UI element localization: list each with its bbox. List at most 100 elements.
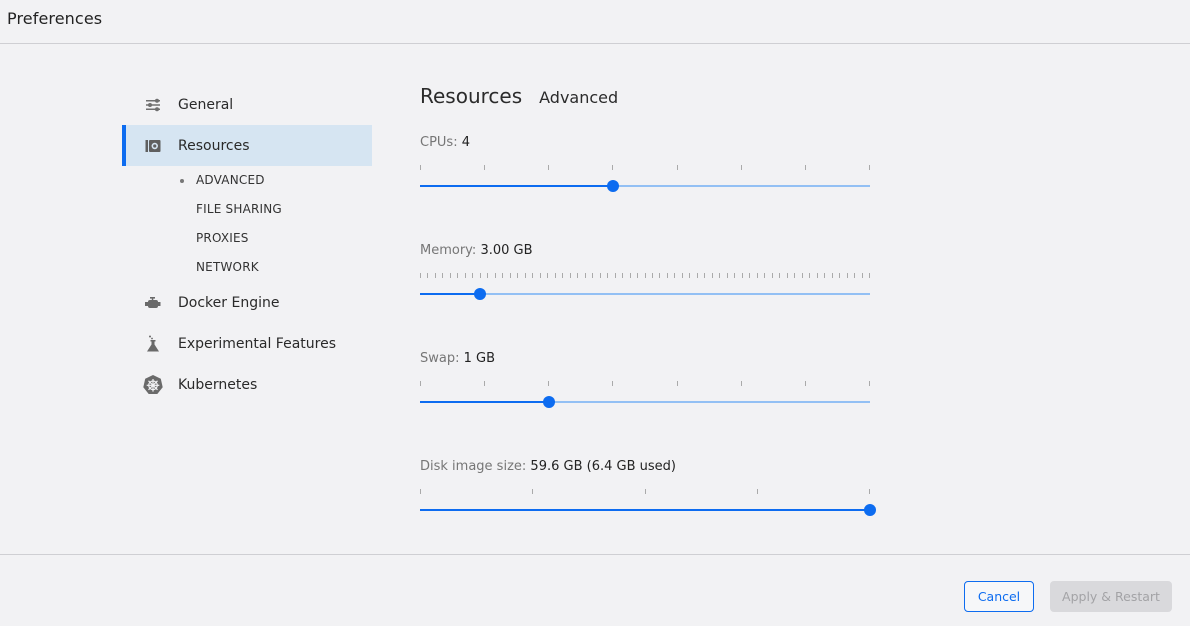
- cancel-button[interactable]: Cancel: [964, 581, 1034, 612]
- memory-slider[interactable]: [420, 273, 870, 303]
- slider-tick: [547, 273, 548, 278]
- engine-icon: [142, 292, 164, 314]
- slider-tick: [427, 273, 428, 278]
- swap-slider[interactable]: [420, 381, 870, 411]
- setting-key: CPUs:: [420, 135, 458, 150]
- slider-tick: [764, 273, 765, 278]
- slider-tick: [435, 273, 436, 278]
- sliders-icon: [142, 94, 164, 116]
- slider-tick: [869, 489, 870, 494]
- sidebar-item-label: Docker Engine: [178, 294, 280, 311]
- slider-thumb[interactable]: [474, 288, 486, 300]
- slider-thumb[interactable]: [542, 396, 555, 408]
- slider-thumb[interactable]: [864, 504, 876, 516]
- setting-key: Swap:: [420, 351, 460, 366]
- slider-tick: [659, 273, 660, 278]
- resources-subnav: ADVANCED FILE SHARING PROXIES NETWORK: [122, 166, 372, 282]
- slider-tick: [697, 273, 698, 278]
- setting-value: 3.00 GB: [480, 243, 533, 258]
- subnav-item-advanced[interactable]: ADVANCED: [122, 166, 372, 195]
- swap-setting: Swap: 1 GB: [420, 323, 872, 431]
- slider-fill: [420, 401, 549, 403]
- slider-tick: [772, 273, 773, 278]
- sidebar-item-docker-engine[interactable]: Docker Engine: [122, 282, 372, 323]
- slider-tick: [742, 273, 743, 278]
- tab-advanced[interactable]: Advanced: [539, 88, 618, 107]
- footer: Cancel Apply & Restart: [0, 554, 1190, 626]
- sidebar-item-label: Resources: [178, 137, 250, 154]
- setting-value: 59.6 GB (6.4 GB used): [530, 459, 676, 474]
- slider-tick: [677, 165, 678, 170]
- subnav-item-network[interactable]: NETWORK: [122, 253, 372, 282]
- setting-value: 1 GB: [463, 351, 496, 366]
- slider-thumb[interactable]: [606, 180, 619, 192]
- slider-tick: [495, 273, 496, 278]
- disk-image-setting: Disk image size: 59.6 GB (6.4 GB used): [420, 431, 876, 539]
- slider-tick: [674, 273, 675, 278]
- slider-tick: [420, 381, 421, 386]
- slider-tick: [809, 273, 810, 278]
- slider-tick: [645, 273, 646, 278]
- cpus-slider[interactable]: [420, 165, 870, 195]
- apply-restart-button[interactable]: Apply & Restart: [1050, 581, 1172, 612]
- slider-tick: [712, 273, 713, 278]
- active-dot-icon: [180, 179, 184, 183]
- slider-tick: [484, 165, 485, 170]
- slider-tick: [734, 273, 735, 278]
- slider-tick: [465, 273, 466, 278]
- slider-tick: [741, 165, 742, 170]
- setting-value: 4: [461, 135, 471, 150]
- slider-fill: [420, 185, 613, 187]
- memory-setting: Memory: 3.00 GB: [420, 215, 872, 323]
- slider-tick: [817, 273, 818, 278]
- slider-tick: [585, 273, 586, 278]
- slider-fill: [420, 293, 480, 295]
- slider-tick: [779, 273, 780, 278]
- title-bar: Preferences: [0, 0, 1190, 44]
- slider-tick: [677, 381, 678, 386]
- hard-drive-icon: [142, 135, 164, 157]
- slider-tick: [704, 273, 705, 278]
- disk-image-slider[interactable]: [420, 489, 876, 519]
- slider-tick: [749, 273, 750, 278]
- flask-icon: [142, 333, 164, 355]
- slider-tick: [824, 273, 825, 278]
- slider-tick: [741, 381, 742, 386]
- slider-tick: [854, 273, 855, 278]
- slider-tick: [525, 273, 526, 278]
- slider-tick: [502, 273, 503, 278]
- slider-tick: [612, 165, 613, 170]
- slider-ticks: [420, 273, 870, 279]
- sidebar-item-label: General: [178, 96, 234, 113]
- window-title: Preferences: [7, 9, 103, 28]
- slider-tick: [532, 489, 533, 494]
- slider-tick: [562, 273, 563, 278]
- slider-tick: [548, 381, 549, 386]
- slider-ticks: [420, 381, 870, 387]
- slider-tick: [757, 273, 758, 278]
- slider-tick: [420, 165, 421, 170]
- memory-label: Memory: 3.00 GB: [420, 243, 533, 258]
- slider-tick: [805, 165, 806, 170]
- slider-tick: [510, 273, 511, 278]
- sidebar-item-experimental-features[interactable]: Experimental Features: [122, 323, 372, 364]
- page-title: Resources: [420, 84, 523, 108]
- sidebar-item-label: Experimental Features: [178, 335, 337, 352]
- slider-tick: [847, 273, 848, 278]
- subnav-item-file-sharing[interactable]: FILE SHARING: [122, 195, 372, 224]
- sidebar: General Resources ADVANCED FILE SHARING …: [122, 84, 372, 405]
- slider-tick: [487, 273, 488, 278]
- slider-tick: [472, 273, 473, 278]
- slider-tick: [719, 273, 720, 278]
- slider-tick: [592, 273, 593, 278]
- subnav-item-proxies[interactable]: PROXIES: [122, 224, 372, 253]
- slider-track[interactable]: [420, 293, 870, 295]
- sidebar-item-general[interactable]: General: [122, 84, 372, 125]
- sidebar-item-resources[interactable]: Resources: [122, 125, 372, 166]
- slider-ticks: [420, 165, 870, 171]
- sidebar-item-kubernetes[interactable]: Kubernetes: [122, 364, 372, 405]
- slider-tick: [615, 273, 616, 278]
- slider-tick: [682, 273, 683, 278]
- slider-tick: [630, 273, 631, 278]
- subnav-item-label: PROXIES: [196, 231, 249, 245]
